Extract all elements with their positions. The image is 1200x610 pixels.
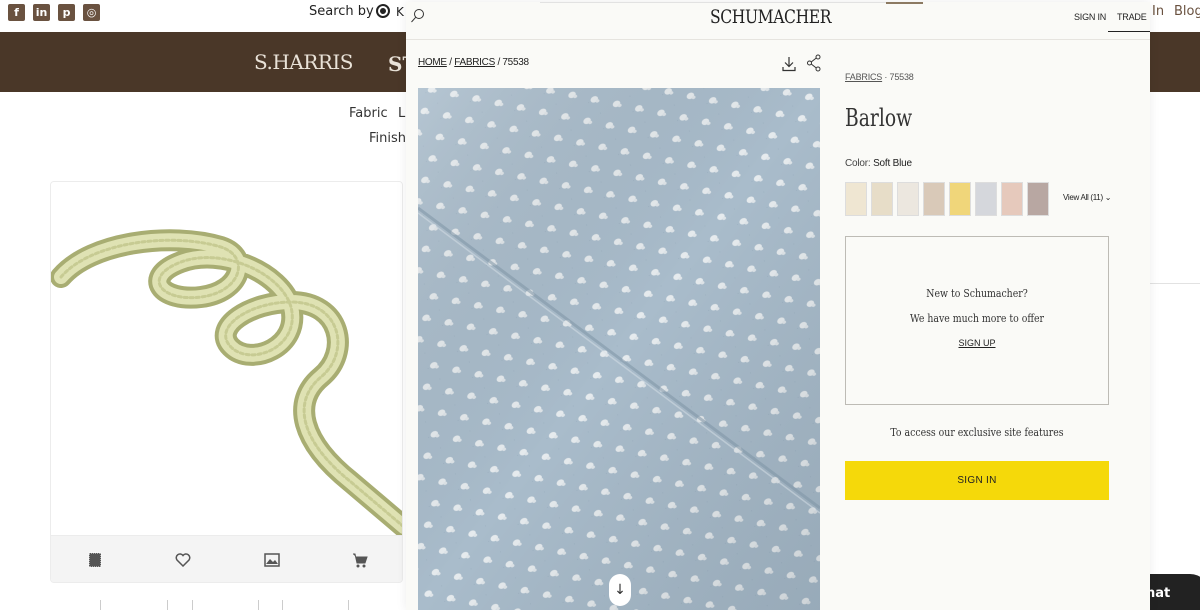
color-swatch[interactable]: [975, 182, 997, 216]
search-icon[interactable]: [410, 8, 426, 24]
color-swatch[interactable]: [845, 182, 867, 216]
color-swatch[interactable]: [897, 182, 919, 216]
sign-up-link-wrap: SIGN UP: [846, 338, 1108, 348]
pattern-icon[interactable]: [83, 548, 107, 572]
color-swatch[interactable]: [871, 182, 893, 216]
signup-promo: New to Schumacher? We have much more to …: [845, 236, 1109, 405]
view-all-label: View All (11): [1063, 193, 1103, 202]
color-swatch[interactable]: [949, 182, 971, 216]
facebook-icon[interactable]: f: [8, 4, 25, 21]
blog-link[interactable]: Blog: [1174, 4, 1200, 19]
product-title: Barlow: [845, 104, 913, 132]
header-sign-in-link[interactable]: SIGN IN: [1074, 12, 1106, 22]
chevron-down-icon: ⌄: [1104, 193, 1112, 202]
color-row: Color: Soft Blue: [845, 158, 912, 169]
exclusive-features-text: To access our exclusive site features: [890, 426, 1064, 439]
color-value: Soft Blue: [873, 158, 912, 169]
color-swatches: [845, 182, 1049, 216]
instagram-icon[interactable]: ◎: [83, 4, 100, 21]
schumacher-logo[interactable]: SCHUMACHER: [710, 6, 831, 28]
linkedin-icon[interactable]: in: [33, 4, 50, 21]
nav-partial[interactable]: L: [398, 106, 405, 121]
loading-indicator: [886, 2, 923, 4]
promo-subtext: We have much more to offer: [910, 312, 1044, 325]
download-icon[interactable]: [782, 56, 796, 72]
search-by-label: Search by: [309, 4, 374, 19]
header-trade-link[interactable]: TRADE: [1108, 6, 1150, 32]
social-links: f in p ◎: [8, 4, 100, 21]
search-by-radio[interactable]: [376, 4, 390, 18]
color-swatch[interactable]: [923, 182, 945, 216]
crumb-sku: 75538: [889, 72, 914, 82]
sign-up-link[interactable]: SIGN UP: [958, 338, 995, 348]
fabric-product-image[interactable]: [418, 88, 820, 610]
view-all-colors[interactable]: View All (11) ⌄: [1063, 193, 1111, 202]
sign-in-button[interactable]: SIGN IN: [845, 461, 1109, 500]
breadcrumb-sku: 75538: [502, 57, 529, 68]
promo-heading: New to Schumacher?: [926, 287, 1028, 300]
image-icon[interactable]: [260, 548, 284, 572]
pinterest-icon[interactable]: p: [58, 4, 75, 21]
breadcrumb-fabrics[interactable]: FABRICS: [454, 57, 495, 68]
schumacher-quickview: SCHUMACHER SIGN IN TRADE HOME / FABRICS …: [406, 2, 1150, 610]
divider: [1150, 283, 1200, 284]
heart-icon[interactable]: [171, 548, 195, 572]
sharris-logo[interactable]: S.HARRIS: [254, 50, 353, 74]
search-by-option[interactable]: K: [396, 5, 404, 19]
breadcrumb: HOME / FABRICS / 75538: [418, 57, 529, 68]
crumb-separator: ·: [884, 72, 888, 82]
category-link[interactable]: FABRICS: [845, 72, 882, 82]
partial-nav-text[interactable]: In: [1152, 4, 1164, 19]
breadcrumb-separator: /: [497, 57, 500, 68]
arrow-down-icon[interactable]: ↓: [609, 574, 631, 606]
breadcrumb-separator: /: [449, 57, 452, 68]
share-icon[interactable]: [806, 54, 822, 72]
color-swatch[interactable]: [1001, 182, 1023, 216]
overlay-header: SCHUMACHER SIGN IN TRADE: [406, 2, 1150, 40]
trim-product-image[interactable]: [51, 182, 403, 535]
category-crumb: FABRICS · 75538: [845, 72, 914, 82]
cart-icon[interactable]: [348, 548, 372, 572]
nav-fabric[interactable]: Fabric: [349, 106, 388, 121]
breadcrumb-home[interactable]: HOME: [418, 57, 447, 68]
product-card[interactable]: [50, 181, 403, 583]
thumbnail-strip: [100, 600, 350, 610]
color-label: Color:: [845, 158, 871, 169]
loading-track: [540, 2, 922, 3]
color-swatch[interactable]: [1027, 182, 1049, 216]
product-card-actions: [51, 535, 402, 582]
